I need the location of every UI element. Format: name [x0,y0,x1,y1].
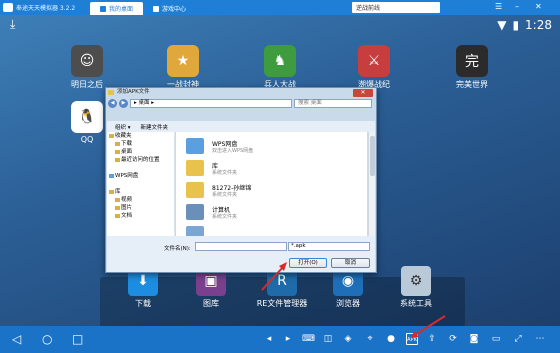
library-icon [109,190,114,194]
filename-input[interactable] [195,242,287,251]
folder-icon [115,150,120,154]
nav-item[interactable]: 图片 [107,204,174,212]
vertical-scrollbar[interactable] [368,132,375,236]
app-icon[interactable]: ♞ 兵人大战 [253,45,307,90]
file-item[interactable]: 计算机 系统文件夹 [186,202,361,224]
status-bar: ▼ ▮ 1:28 [0,15,560,35]
folder-icon [115,214,120,218]
volume-up-icon[interactable]: ▸ [282,333,294,345]
record-icon[interactable]: ● [385,333,397,345]
folder-icon [115,198,120,202]
home-icon[interactable]: ○ [42,332,52,346]
cloud-icon [186,138,204,154]
game-tab-icon [153,5,160,12]
address-bar[interactable]: ▸ 桌面 ▸ [130,99,292,108]
back-arrow-icon[interactable]: ◀ [108,99,117,108]
cancel-button[interactable]: 取消 [331,258,370,268]
app-glyph-icon: 完 [456,45,488,77]
filetype-select[interactable]: *.apk [288,242,370,251]
more-icon[interactable]: ⋯ [534,333,546,345]
open-button[interactable]: 打开(O) [289,258,327,268]
organize-button[interactable]: 组织 ▾ [115,123,131,131]
wifi-icon: ▼ [497,18,507,32]
location-icon[interactable]: ⌖ [364,333,376,345]
app-glyph-icon: ♞ [264,45,296,77]
folder-icon [108,90,114,95]
system-tools-icon: ⚙ [401,266,431,296]
file-item[interactable]: 库 系统文件夹 [186,158,361,180]
emulator-bottom-bar: ◁ ○ □ ◂ ▸ ⌨ ◫ ◈ ⌖ ● APK ⇪ ⟳ ◙ ▭ ⤢ ⋯ [0,326,560,353]
rotate-icon[interactable]: ⟳ [447,333,459,345]
nav-item[interactable]: 视频 [107,196,174,204]
nav-item[interactable]: 桌面 [107,148,174,156]
battery-icon: ▮ [512,18,520,32]
dialog-close-button[interactable]: ✕ [353,89,373,97]
window-title: 奉途天天模拟器 3.2.2 [16,5,76,12]
menu-icon[interactable]: ☰ [495,2,502,11]
star-icon [109,134,114,138]
nav-item[interactable]: WPS网盘 [107,172,174,180]
folder-icon [186,160,204,176]
address-row: ◀ ▶ ▸ 桌面 ▸ 搜索 桌面 [108,98,374,109]
apk-install-icon[interactable]: APK [406,333,418,345]
folder-icon [115,158,120,162]
folder-icon [115,142,120,146]
app-glyph-icon: ☺ [71,45,103,77]
file-item[interactable]: WPS网盘 双击进入WPS网盘 [186,136,361,158]
nav-item[interactable]: 文档 [107,212,174,220]
file-item[interactable]: 81272-孙继锦 系统文件夹 [186,180,361,202]
fullscreen-icon[interactable]: ⤢ [512,333,524,345]
app-icon[interactable]: ★ 一战封神 [156,45,210,90]
emulator-titlebar: 奉途天天模拟器 3.2.2 我的桌面 游戏中心 逆战前线 ☰ – ✕ [0,0,560,15]
user-folder-icon [186,182,204,198]
desktop-tab-icon [100,5,106,12]
app-icon[interactable]: ⚔ 潮爆战纪 [347,45,401,90]
app-logo-icon [3,3,13,12]
folder-icon[interactable]: ▭ [490,333,502,345]
search-input[interactable]: 逆战前线 [352,2,440,13]
clock: 1:28 [525,18,552,32]
camera-icon[interactable]: ◙ [468,333,480,345]
forward-arrow-icon[interactable]: ▶ [119,99,128,108]
recents-icon[interactable]: □ [72,332,83,346]
dialog-titlebar: 添加APK文件 ✕ [106,88,376,97]
tab-my-desktop[interactable]: 我的桌面 [90,2,144,15]
app-icon[interactable]: ☺ 明日之后 [60,45,114,90]
screenshot-icon[interactable]: ◫ [322,333,334,345]
app-icon[interactable]: 完 完美世界 [445,45,499,90]
folder-icon [115,206,120,210]
dialog-search-input[interactable]: 搜索 桌面 [294,99,372,108]
app-glyph-icon: ⚔ [358,45,390,77]
nav-item[interactable]: 下载 [107,140,174,148]
share-icon[interactable]: ⇪ [426,333,438,345]
volume-down-icon[interactable]: ◂ [263,333,275,345]
app-glyph-icon: ★ [167,45,199,77]
computer-icon [186,204,204,220]
close-button[interactable]: ✕ [535,2,542,11]
keyboard-icon[interactable]: ⌨ [302,333,315,345]
file-item[interactable] [186,224,361,236]
file-list: WPS网盘 双击进入WPS网盘 库 系统文件夹 81272-孙继锦 系统文件夹 … [176,132,367,236]
nav-item[interactable]: 最近访问的位置 [107,156,174,164]
navigation-pane: 收藏夹 下载 桌面 最近访问的位置 WPS网盘 库 视频 图片 文档 [107,132,175,236]
qq-icon: 🐧 [71,101,103,133]
new-folder-button[interactable]: 新建文件夹 [141,123,169,131]
network-icon [186,226,204,236]
dock-app[interactable]: ⚙ 系统工具 [386,266,446,309]
add-apk-dialog: 添加APK文件 ✕ ◀ ▶ ▸ 桌面 ▸ 搜索 桌面 组织 ▾ 新建文件夹 收藏… [105,87,377,273]
cloud-icon [109,174,114,178]
filename-row: 文件名(N): *.apk 打开(O) 取消 [107,236,375,272]
minimize-button[interactable]: – [515,2,519,11]
scrollbar-thumb[interactable] [370,136,375,176]
nav-item[interactable]: 库 [107,188,174,196]
filename-label: 文件名(N): [164,246,191,252]
tab-game-center[interactable]: 游戏中心 [143,2,196,15]
back-icon[interactable]: ◁ [12,332,21,346]
nav-item[interactable]: 收藏夹 [107,132,174,140]
shake-icon[interactable]: ◈ [342,333,354,345]
dialog-toolbar: 组织 ▾ 新建文件夹 [107,121,375,132]
